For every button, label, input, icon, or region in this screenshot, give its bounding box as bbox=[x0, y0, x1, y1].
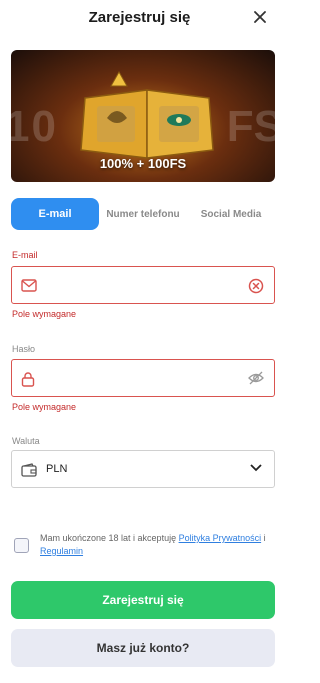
clear-icon[interactable] bbox=[248, 278, 264, 294]
promo-banner: 10 FS 100% + 100FS bbox=[11, 50, 275, 182]
password-label: Hasło bbox=[12, 344, 36, 354]
currency-select[interactable]: PLN bbox=[11, 450, 275, 488]
lock-icon bbox=[21, 372, 35, 387]
tab-email[interactable]: E-mail bbox=[11, 198, 99, 230]
close-button[interactable] bbox=[249, 6, 271, 28]
wallet-icon bbox=[21, 463, 37, 477]
email-label: E-mail bbox=[12, 250, 38, 260]
page-title: Zarejestruj się bbox=[88, 8, 191, 26]
tab-phone[interactable]: Numer telefonu bbox=[99, 198, 187, 230]
rules-link[interactable]: Regulamin bbox=[40, 546, 83, 556]
header: Zarejestruj się bbox=[2, 0, 277, 34]
terms-checkbox[interactable] bbox=[14, 538, 29, 553]
terms-text: Mam ukończone 18 lat i akceptuję Polityk… bbox=[40, 532, 272, 558]
password-field[interactable] bbox=[11, 359, 275, 397]
email-field[interactable] bbox=[11, 266, 275, 304]
registration-tabs: E-mail Numer telefonu Social Media bbox=[11, 198, 275, 230]
mail-icon bbox=[21, 279, 37, 292]
book-illustration bbox=[80, 70, 214, 159]
currency-label: Waluta bbox=[12, 436, 40, 446]
registration-panel: Zarejestruj się 10 FS 100% + 100FS E-mai… bbox=[2, 0, 277, 683]
register-button[interactable]: Zarejestruj się bbox=[11, 581, 275, 619]
terms-text-before: Mam ukończone 18 lat i akceptuję bbox=[40, 533, 179, 543]
terms-consent: Mam ukończone 18 lat i akceptuję Polityk… bbox=[11, 532, 275, 562]
chevron-down-icon bbox=[250, 464, 262, 472]
password-error: Pole wymagane bbox=[12, 402, 77, 412]
tab-social-media[interactable]: Social Media bbox=[187, 198, 275, 230]
close-icon bbox=[254, 11, 266, 23]
banner-bg-text-right: FS bbox=[226, 102, 275, 151]
currency-value: PLN bbox=[46, 463, 68, 475]
eye-hidden-icon[interactable] bbox=[248, 371, 264, 385]
terms-and: i bbox=[261, 533, 266, 543]
promo-text: 100% + 100FS bbox=[99, 156, 187, 171]
banner-bg-text-left: 10 bbox=[11, 102, 58, 151]
login-button[interactable]: Masz już konto? bbox=[11, 629, 275, 667]
email-error: Pole wymagane bbox=[12, 309, 77, 319]
privacy-policy-link[interactable]: Polityka Prywatności bbox=[179, 533, 262, 543]
